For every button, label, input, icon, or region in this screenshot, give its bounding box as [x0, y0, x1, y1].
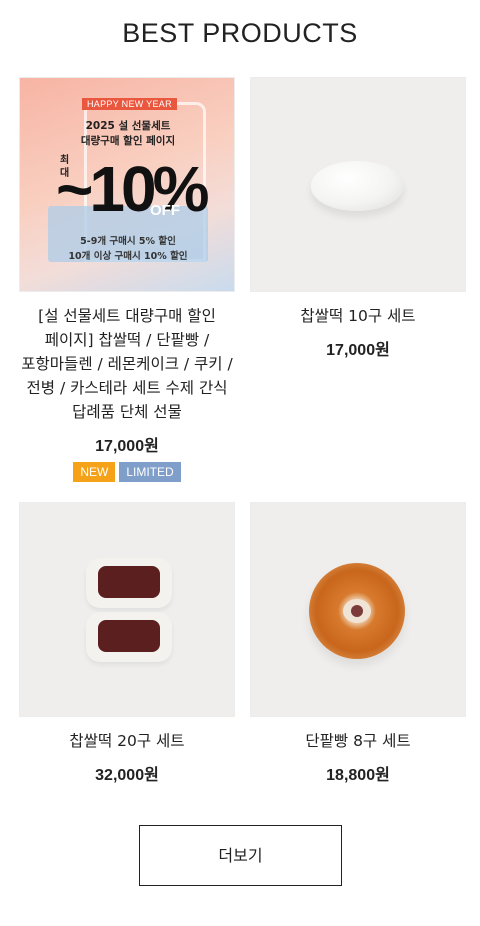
product-name[interactable]: 찹쌀떡 20구 세트 [19, 729, 235, 753]
section-title: BEST PRODUCTS [122, 18, 358, 48]
product-price: 17,000원 [326, 342, 390, 359]
product-card[interactable]: HAPPY NEW YEAR 2025 설 선물세트 대량구매 할인 페이지 최… [19, 77, 235, 482]
product-image[interactable] [250, 502, 466, 717]
banner-discount: ~10% [56, 153, 209, 225]
product-image[interactable] [19, 502, 235, 717]
banner-line1: 2025 설 선물세트 [85, 120, 171, 132]
product-price: 17,000원 [95, 438, 159, 455]
badge-limited: LIMITED [119, 462, 181, 482]
product-badges: NEW LIMITED [19, 462, 235, 482]
product-name[interactable]: 찹쌀떡 10구 세트 [250, 304, 466, 328]
more-button[interactable]: 더보기 [139, 825, 342, 886]
banner-note1: 5-9개 구매시 5% 할인 [80, 236, 176, 247]
banner-line2: 대량구매 할인 페이지 [80, 135, 176, 147]
product-card[interactable]: 단팥빵 8구 세트 18,800원 [250, 502, 466, 785]
product-price: 32,000원 [95, 767, 159, 784]
product-card[interactable]: 찹쌀떡 20구 세트 32,000원 [19, 502, 235, 785]
banner-off: OFF [150, 202, 180, 219]
red-bean-bun-image [309, 563, 405, 659]
product-price: 18,800원 [326, 767, 390, 784]
banner-tag: HAPPY NEW YEAR [82, 98, 177, 110]
mochi-halves-image [86, 558, 172, 666]
product-image[interactable]: HAPPY NEW YEAR 2025 설 선물세트 대량구매 할인 페이지 최… [19, 77, 235, 292]
mochi-image [311, 161, 403, 211]
product-name[interactable]: [설 선물세트 대량구매 할인 페이지] 찹쌀떡 / 단팥빵 / 포항마들렌 /… [19, 304, 235, 424]
badge-new: NEW [73, 462, 116, 482]
banner-note2: 10개 이상 구매시 10% 할인 [68, 251, 188, 262]
product-name[interactable]: 단팥빵 8구 세트 [250, 729, 466, 753]
product-image[interactable] [250, 77, 466, 292]
product-card[interactable]: 찹쌀떡 10구 세트 17,000원 [250, 77, 466, 360]
